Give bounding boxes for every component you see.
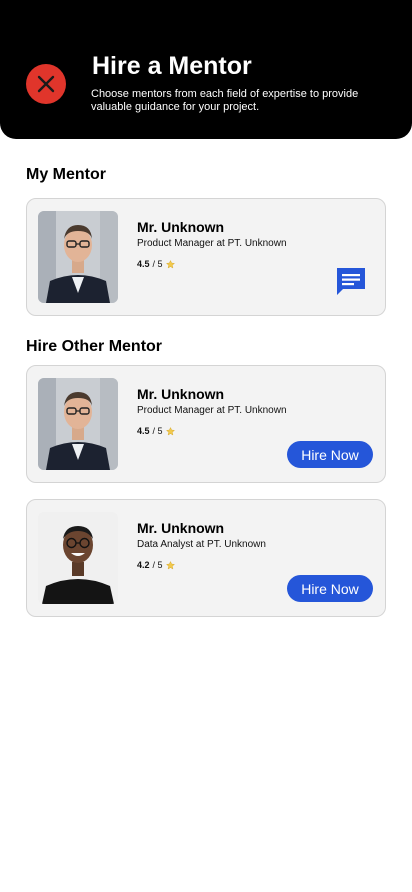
section-title-hire-other: Hire Other Mentor xyxy=(26,338,163,355)
mentor-rating: 4.5 / 5 xyxy=(137,259,175,269)
close-icon xyxy=(37,75,55,93)
mentor-avatar xyxy=(38,211,118,303)
rating-max: / 5 xyxy=(152,259,163,269)
page-header: Hire a Mentor Choose mentors from each f… xyxy=(0,0,412,139)
chat-icon xyxy=(337,268,365,295)
mentor-role: Data Analyst at PT. Unknown xyxy=(137,539,266,550)
chat-button[interactable] xyxy=(335,265,367,297)
mentor-card: Mr. Unknown Product Manager at PT. Unkno… xyxy=(26,365,386,483)
page-title: Hire a Mentor xyxy=(92,52,252,80)
mentor-card: Mr. Unknown Data Analyst at PT. Unknown … xyxy=(26,499,386,617)
hire-now-button[interactable]: Hire Now xyxy=(287,575,373,602)
rating-max: / 5 xyxy=(152,560,163,570)
rating-value: 4.5 xyxy=(137,426,150,436)
close-button[interactable] xyxy=(26,64,66,104)
mentor-name: Mr. Unknown xyxy=(137,219,225,235)
mentor-role: Product Manager at PT. Unknown xyxy=(137,238,287,249)
mentor-avatar xyxy=(38,512,118,604)
mentor-role: Product Manager at PT. Unknown xyxy=(137,405,287,416)
mentor-rating: 4.5 / 5 xyxy=(137,426,175,436)
rating-value: 4.2 xyxy=(137,560,150,570)
rating-max: / 5 xyxy=(152,426,163,436)
page-subtitle: Choose mentors from each field of expert… xyxy=(91,88,359,113)
mentor-name: Mr. Unknown xyxy=(137,386,225,402)
section-title-my-mentor: My Mentor xyxy=(26,166,106,183)
star-icon xyxy=(165,259,175,268)
star-icon xyxy=(165,560,175,569)
mentor-rating: 4.2 / 5 xyxy=(137,560,175,570)
rating-value: 4.5 xyxy=(137,259,150,269)
mentor-name: Mr. Unknown xyxy=(137,520,225,536)
star-icon xyxy=(165,426,175,435)
mentor-avatar xyxy=(38,378,118,470)
my-mentor-card[interactable]: Mr. Unknown Product Manager at PT. Unkno… xyxy=(26,198,386,316)
hire-now-button[interactable]: Hire Now xyxy=(287,441,373,468)
